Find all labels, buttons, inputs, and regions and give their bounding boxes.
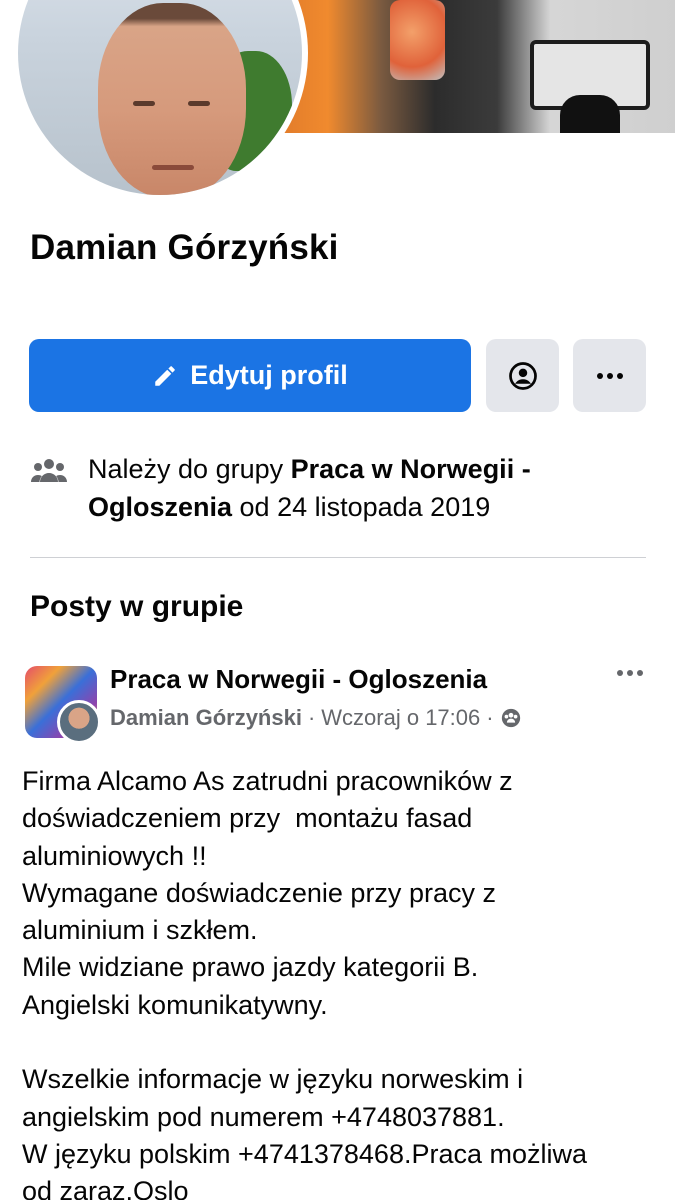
more-dots-icon <box>617 670 643 676</box>
membership-prefix: Należy do grupy <box>88 454 291 484</box>
more-options-button[interactable] <box>573 339 646 412</box>
author-avatar[interactable] <box>57 700 101 744</box>
view-as-button[interactable] <box>486 339 559 412</box>
meta-separator-2: · <box>486 705 494 730</box>
avatar <box>18 0 302 195</box>
group-audience-icon <box>501 708 520 728</box>
post-header: Praca w Norwegii - Ogloszenia Damian Gór… <box>25 660 655 744</box>
post-options-button[interactable] <box>617 670 643 676</box>
avatar-mouth <box>152 165 194 170</box>
edit-profile-button[interactable]: Edytuj profil <box>29 339 471 412</box>
meta-separator: · <box>307 705 316 730</box>
membership-date: od 24 listopada 2019 <box>232 492 491 522</box>
post-group-name[interactable]: Praca w Norwegii - Ogloszenia <box>110 664 487 695</box>
post-body: Firma Alcamo As zatrudni pracowników z d… <box>22 766 588 1200</box>
membership-text: Należy do grupy Praca w Norwegii - Oglos… <box>88 450 608 526</box>
post-meta: Damian Górzyński · Wczoraj o 17:06 · <box>110 705 522 731</box>
section-title: Posty w grupie <box>30 590 244 623</box>
group-icon <box>31 459 67 482</box>
pencil-icon <box>155 365 176 386</box>
edit-profile-label: Edytuj profil <box>190 360 348 390</box>
more-dots-icon <box>596 372 623 379</box>
user-circle-icon <box>508 361 537 390</box>
post-author[interactable]: Damian Górzyński <box>110 705 302 731</box>
cover-chair-shape <box>560 95 620 133</box>
profile-name: Damian Górzyński <box>30 228 339 267</box>
avatar-eye-right <box>188 101 210 106</box>
avatar-eye-left <box>133 101 155 106</box>
divider <box>30 557 646 558</box>
profile-picture[interactable] <box>12 0 308 201</box>
cover-toy-shape <box>390 0 445 80</box>
post-time[interactable]: Wczoraj o 17:06 <box>321 705 480 731</box>
group-membership-info: Należy do grupy Praca w Norwegii - Oglos… <box>30 450 608 526</box>
